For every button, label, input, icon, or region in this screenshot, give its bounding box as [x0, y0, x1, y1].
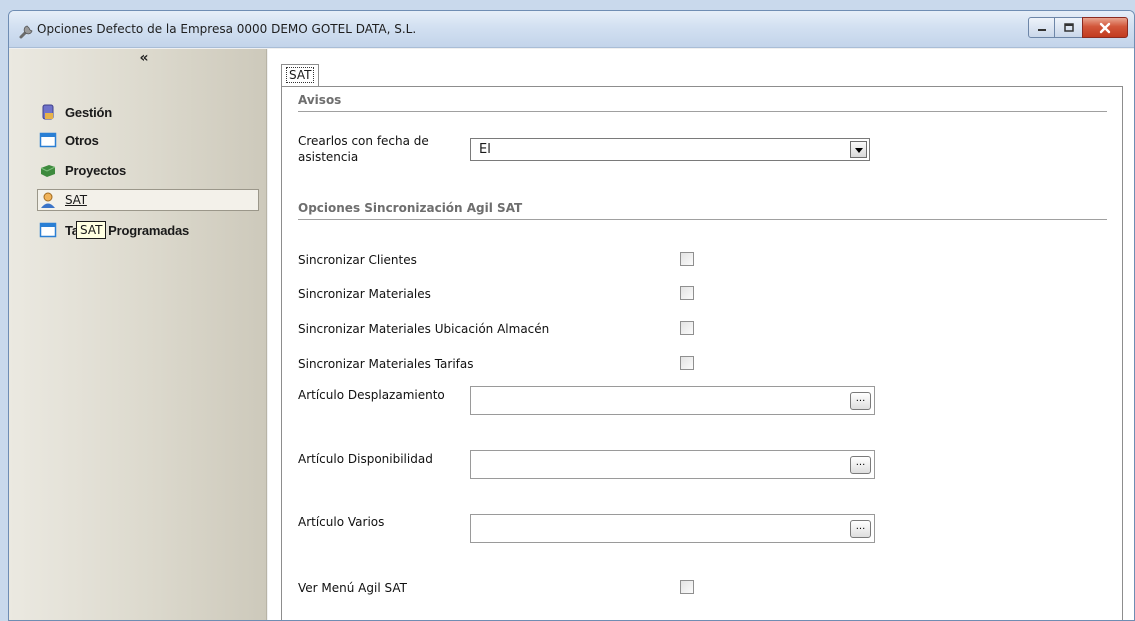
crear-fecha-value: El	[479, 142, 491, 157]
sync-clientes-checkbox[interactable]	[680, 252, 694, 266]
articulo-varios-label: Artículo Varios	[298, 515, 385, 529]
sidebar-item-label: SAT	[65, 193, 87, 207]
database-icon	[42, 104, 54, 120]
close-icon	[1099, 22, 1111, 33]
articulo-disponibilidad-browse-button[interactable]: ...	[850, 456, 871, 474]
section-divider	[298, 219, 1107, 220]
close-button[interactable]	[1082, 17, 1128, 38]
tab-sat[interactable]: SAT	[281, 64, 320, 86]
section-title-sincronizacion: Opciones Sincronización Agil SAT	[298, 201, 523, 215]
articulo-desplazamiento-field[interactable]: ...	[470, 386, 875, 415]
maximize-icon	[1063, 22, 1074, 32]
sidebar-item-gestion[interactable]: Gestión	[39, 101, 261, 123]
articulo-desplazamiento-label: Artículo Desplazamiento	[298, 388, 445, 402]
maximize-button[interactable]	[1055, 17, 1082, 38]
options-window: Opciones Defecto de la Empresa 0000 DEMO…	[8, 10, 1135, 621]
articulo-desplazamiento-browse-button[interactable]: ...	[850, 392, 871, 410]
window-title: Opciones Defecto de la Empresa 0000 DEMO…	[37, 22, 417, 36]
sync-ubicacion-label: Sincronizar Materiales Ubicación Almacén	[298, 322, 550, 336]
articulo-disponibilidad-field[interactable]: ...	[470, 450, 875, 479]
sync-tarifas-label: Sincronizar Materiales Tarifas	[298, 357, 474, 371]
sidebar-item-proyectos[interactable]: Proyectos	[39, 159, 261, 181]
sidebar-item-label: Proyectos	[65, 162, 127, 178]
tab-label: SAT	[286, 67, 315, 83]
window-controls	[1028, 17, 1128, 38]
collapse-sidebar-button[interactable]: «	[135, 51, 153, 65]
wrench-icon	[19, 25, 33, 39]
tab-panel: Avisos Crearlos con fecha de asistencia …	[281, 86, 1123, 620]
articulo-varios-browse-button[interactable]: ...	[850, 520, 871, 538]
ver-menu-label: Ver Menú Agil SAT	[298, 581, 407, 595]
tooltip: SAT	[76, 221, 107, 239]
crear-fecha-label: Crearlos con fecha de asistencia	[298, 134, 429, 164]
section-divider	[298, 111, 1107, 112]
window-icon	[39, 222, 57, 238]
sidebar-item-label: Otros	[65, 132, 99, 148]
sync-clientes-label: Sincronizar Clientes	[298, 253, 417, 267]
sidebar: « Gestión Otros Proyectos SAT Tareas Pro…	[9, 49, 267, 620]
sync-tarifas-checkbox[interactable]	[680, 356, 694, 370]
sidebar-item-sat[interactable]: SAT	[37, 189, 259, 211]
window-icon	[39, 132, 57, 148]
chevron-down-icon[interactable]	[850, 141, 867, 158]
sidebar-item-label: Gestión	[65, 104, 112, 120]
sync-ubicacion-checkbox[interactable]	[680, 321, 694, 335]
sync-materiales-checkbox[interactable]	[680, 286, 694, 300]
minimize-icon	[1037, 28, 1046, 31]
section-title-avisos: Avisos	[298, 93, 342, 107]
minimize-button[interactable]	[1028, 17, 1055, 38]
sidebar-item-otros[interactable]: Otros	[39, 129, 261, 151]
cube-icon	[40, 165, 56, 177]
sidebar-item-tareas-programadas[interactable]: Tareas Programadas	[39, 219, 261, 241]
sync-materiales-label: Sincronizar Materiales	[298, 287, 431, 301]
user-icon	[41, 192, 55, 208]
content-area: SAT Avisos Crearlos con fecha de asisten…	[268, 49, 1134, 620]
crear-fecha-select[interactable]: El	[470, 138, 870, 161]
ver-menu-checkbox[interactable]	[680, 580, 694, 594]
articulo-varios-field[interactable]: ...	[470, 514, 875, 543]
title-bar[interactable]: Opciones Defecto de la Empresa 0000 DEMO…	[9, 11, 1134, 48]
articulo-disponibilidad-label: Artículo Disponibilidad	[298, 452, 433, 466]
